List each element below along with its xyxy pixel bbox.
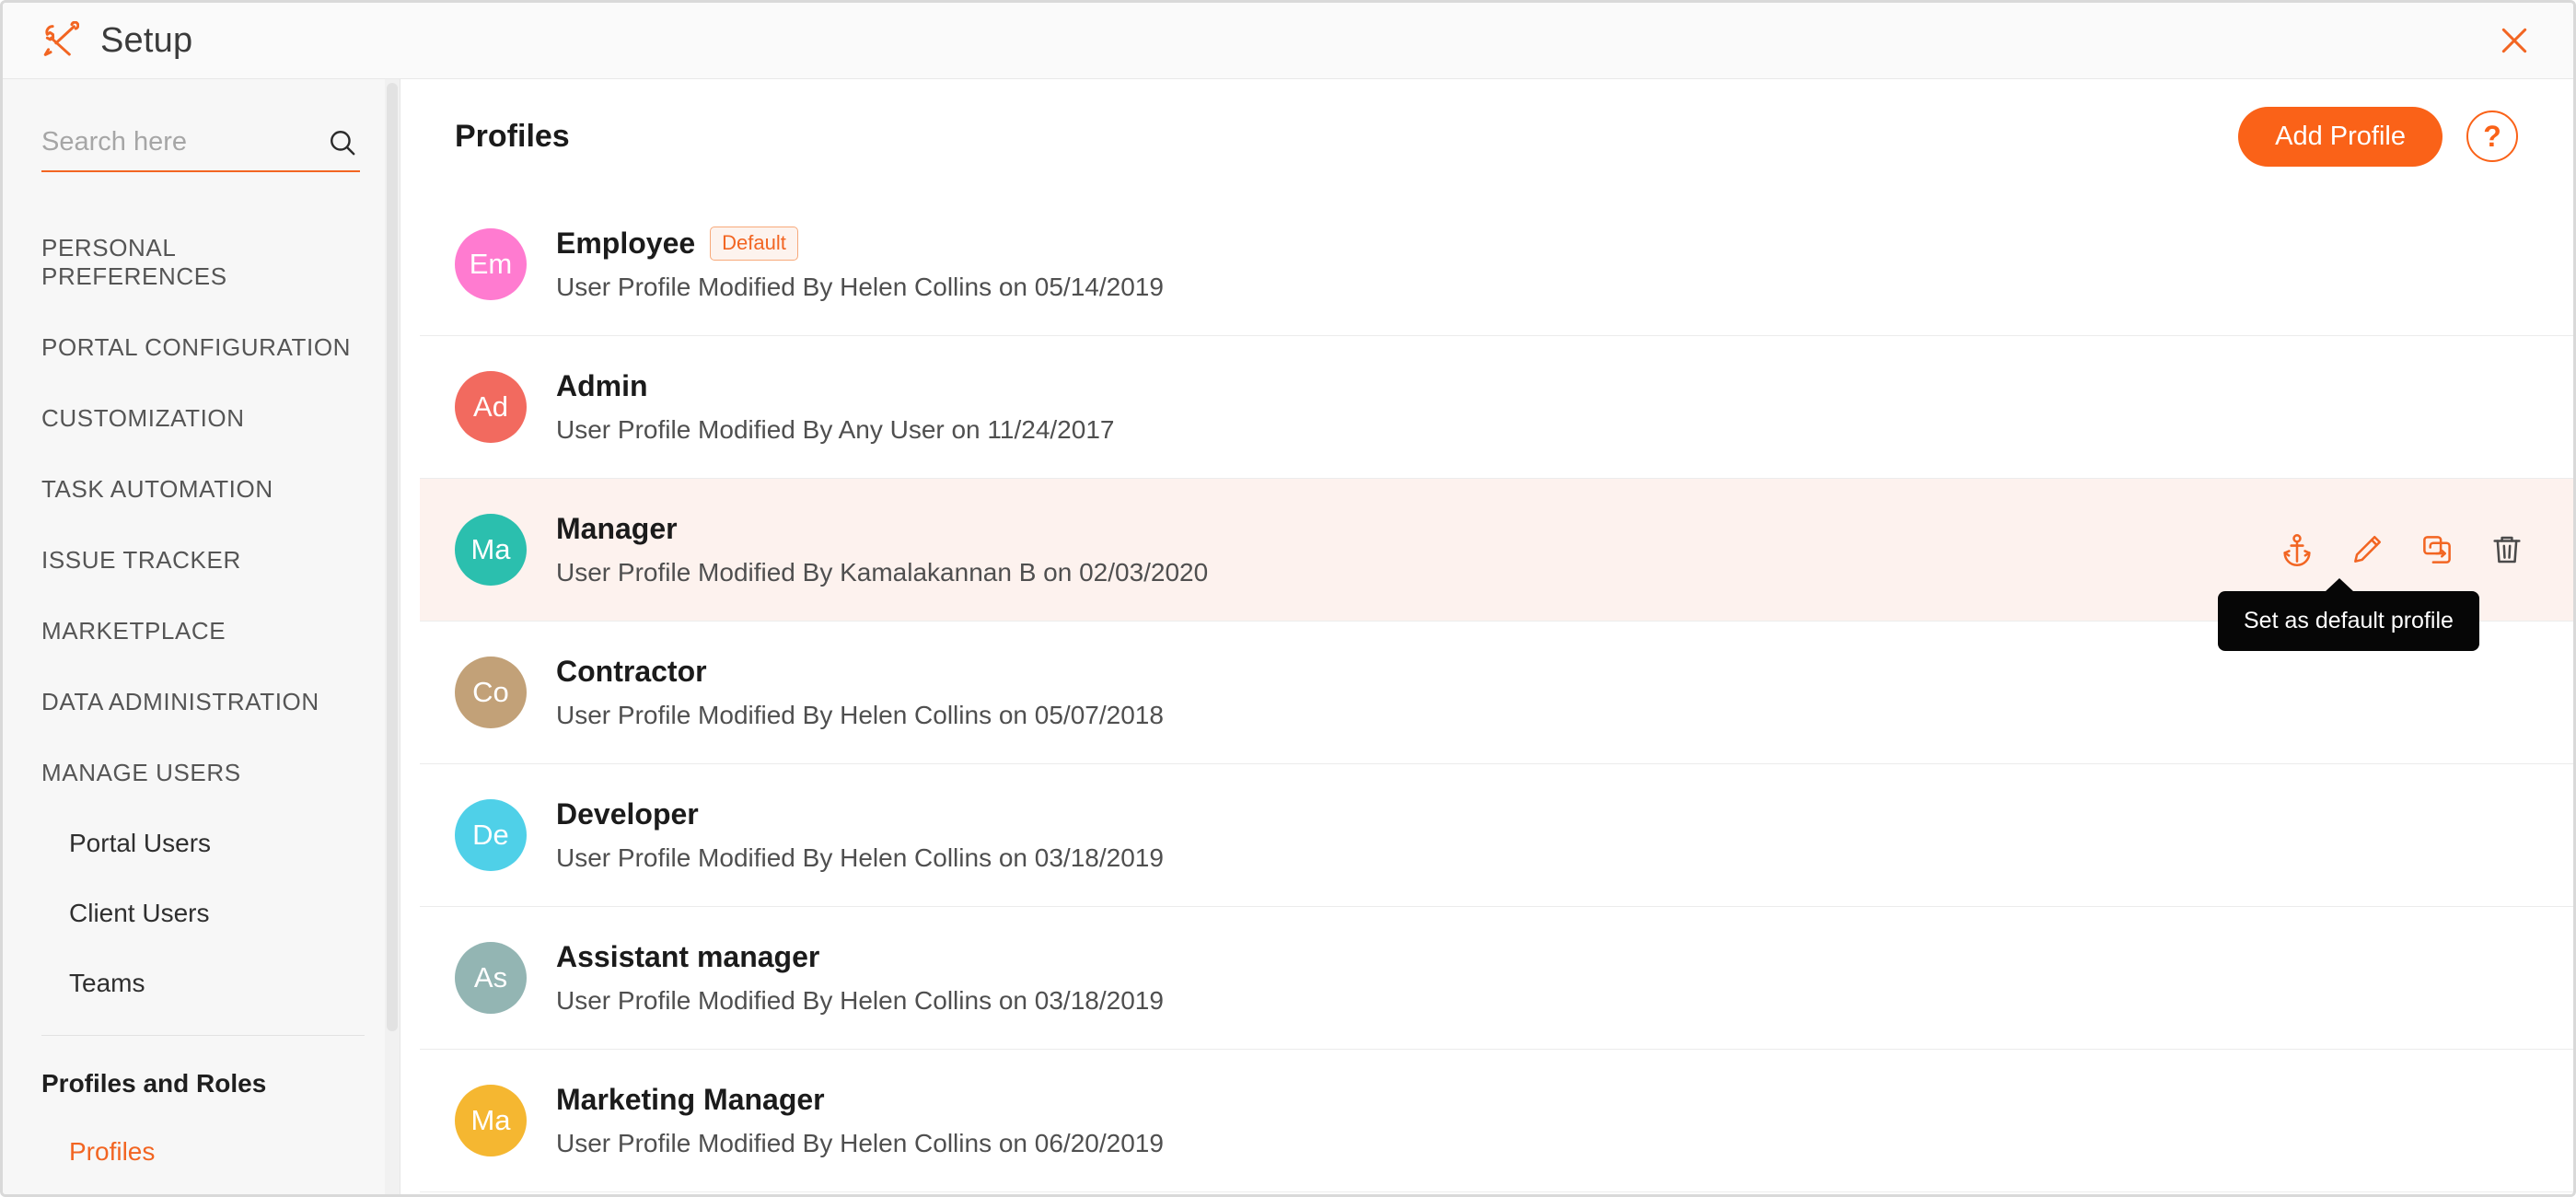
profile-row[interactable]: As Assistant manager User Profile Modified… (420, 907, 2573, 1050)
edit-icon[interactable] (2349, 531, 2385, 568)
set-default-anchor-icon[interactable] (2279, 531, 2315, 568)
sidebar-item-label: DATA ADMINISTRATION (41, 688, 319, 715)
profile-info: Manager User Profile Modified By Kamalaka… (556, 512, 1208, 587)
sidebar: PERSONAL PREFERENCES PORTAL CONFIGURATIO… (3, 79, 400, 1194)
profile-name: Developer (556, 797, 699, 831)
row-actions (2279, 531, 2525, 568)
profile-info: Contractor User Profile Modified By Helen… (556, 655, 1164, 730)
sidebar-divider (41, 1035, 365, 1036)
profile-name: Contractor (556, 655, 707, 689)
sidebar-item-label: Teams (69, 969, 145, 997)
profile-meta: User Profile Modified By Kamalakannan B … (556, 558, 1208, 587)
tools-icon (40, 20, 80, 61)
avatar: Co (455, 657, 527, 728)
header-actions: Add Profile ? (2238, 107, 2518, 167)
sidebar-item-task-automation[interactable]: TASK AUTOMATION (3, 454, 400, 525)
sidebar-item-label: TASK AUTOMATION (41, 475, 273, 503)
content-header: Profiles Add Profile ? (401, 79, 2573, 193)
profile-name: Manager (556, 512, 678, 546)
profile-meta: User Profile Modified By Helen Collins o… (556, 701, 1164, 730)
help-icon[interactable]: ? (2466, 110, 2518, 162)
sidebar-scrollbar-thumb[interactable] (387, 83, 398, 1031)
search-icon[interactable] (327, 127, 358, 158)
profile-name: Assistant manager (556, 940, 819, 974)
sidebar-item-label: Client Users (69, 899, 209, 927)
sidebar-item-label: Portal Users (69, 829, 211, 857)
profile-info: Developer User Profile Modified By Helen … (556, 797, 1164, 873)
sidebar-item-label: MANAGE USERS (41, 759, 241, 786)
sidebar-item-portal-configuration[interactable]: PORTAL CONFIGURATION (3, 312, 400, 383)
search-input[interactable] (41, 127, 360, 172)
sidebar-item-marketplace[interactable]: MARKETPLACE (3, 596, 400, 667)
sidebar-item-roles[interactable]: Roles (3, 1187, 400, 1194)
sidebar-item-label: PERSONAL PREFERENCES (41, 234, 227, 290)
delete-icon[interactable] (2489, 531, 2525, 568)
avatar: Ma (455, 514, 527, 586)
profile-name-line: Assistant manager (556, 940, 1164, 974)
content-title: Profiles (455, 119, 570, 155)
sidebar-nav: PERSONAL PREFERENCES PORTAL CONFIGURATIO… (3, 213, 400, 1194)
profile-name: Admin (556, 369, 648, 403)
sidebar-item-label: ISSUE TRACKER (41, 546, 241, 574)
profile-meta: User Profile Modified By Helen Collins o… (556, 843, 1164, 873)
profiles-list: Em Employee Default User Profile Modified B… (401, 193, 2573, 1192)
tooltip: Set as default profile (2218, 591, 2479, 651)
avatar: Ma (455, 1085, 527, 1156)
sidebar-item-data-administration[interactable]: DATA ADMINISTRATION (3, 667, 400, 738)
profile-name-line: Developer (556, 797, 1164, 831)
window-titlebar: Setup (3, 3, 2573, 79)
profile-info: Admin User Profile Modified By Any User o… (556, 369, 1114, 445)
profile-info: Assistant manager User Profile Modified B… (556, 940, 1164, 1016)
sidebar-item-client-users[interactable]: Client Users (3, 878, 400, 948)
profile-meta: User Profile Modified By Any User on 11/… (556, 415, 1114, 445)
profile-row[interactable]: Ad Admin User Profile Modified By Any User… (420, 336, 2573, 479)
profile-meta: User Profile Modified By Helen Collins o… (556, 986, 1164, 1016)
sidebar-item-personal-preferences[interactable]: PERSONAL PREFERENCES (3, 213, 400, 312)
status-badge: Default (710, 227, 798, 261)
avatar: As (455, 942, 527, 1014)
profile-row[interactable]: Em Employee Default User Profile Modified B… (420, 193, 2573, 336)
sidebar-scrollbar[interactable] (385, 79, 400, 1194)
profile-info: Marketing Manager User Profile Modified B… (556, 1083, 1164, 1158)
setup-window: Setup PERSONAL PREFERENCES PORTAL CONFIG… (0, 0, 2576, 1197)
sidebar-item-portal-users[interactable]: Portal Users (3, 808, 400, 878)
profile-meta: User Profile Modified By Helen Collins o… (556, 273, 1164, 302)
clone-icon[interactable] (2419, 531, 2455, 568)
close-icon[interactable] (2490, 17, 2538, 64)
sidebar-item-label: MARKETPLACE (41, 617, 226, 645)
sidebar-item-label: PORTAL CONFIGURATION (41, 333, 351, 361)
sidebar-item-customization[interactable]: CUSTOMIZATION (3, 383, 400, 454)
search-box[interactable] (41, 127, 360, 172)
profile-meta: User Profile Modified By Helen Collins o… (556, 1129, 1164, 1158)
profile-name-line: Contractor (556, 655, 1164, 689)
sidebar-group-label: Profiles and Roles (41, 1069, 266, 1098)
page-title: Setup (100, 21, 192, 61)
profile-name-line: Marketing Manager (556, 1083, 1164, 1117)
avatar: Em (455, 228, 527, 300)
add-profile-button[interactable]: Add Profile (2238, 107, 2443, 167)
profile-name: Marketing Manager (556, 1083, 825, 1117)
sidebar-item-manage-users[interactable]: MANAGE USERS (3, 738, 400, 808)
tooltip-text: Set as default profile (2244, 608, 2454, 633)
sidebar-item-profiles[interactable]: Profiles (3, 1117, 400, 1187)
profile-name: Employee (556, 227, 695, 261)
profile-row[interactable]: Ma Marketing Manager User Profile Modified… (420, 1050, 2573, 1192)
avatar: Ad (455, 371, 527, 443)
profile-name-line: Employee Default (556, 227, 1164, 261)
sidebar-group-profiles-and-roles[interactable]: Profiles and Roles (3, 1047, 400, 1117)
sidebar-item-issue-tracker[interactable]: ISSUE TRACKER (3, 525, 400, 596)
profile-name-line: Admin (556, 369, 1114, 403)
sidebar-item-teams[interactable]: Teams (3, 948, 400, 1018)
sidebar-item-label: Profiles (69, 1137, 155, 1166)
profile-row[interactable]: De Developer User Profile Modified By Hele… (420, 764, 2573, 907)
avatar: De (455, 799, 527, 871)
sidebar-item-label: CUSTOMIZATION (41, 404, 245, 432)
search-underline (41, 170, 360, 172)
profile-info: Employee Default User Profile Modified By … (556, 227, 1164, 302)
profile-name-line: Manager (556, 512, 1208, 546)
